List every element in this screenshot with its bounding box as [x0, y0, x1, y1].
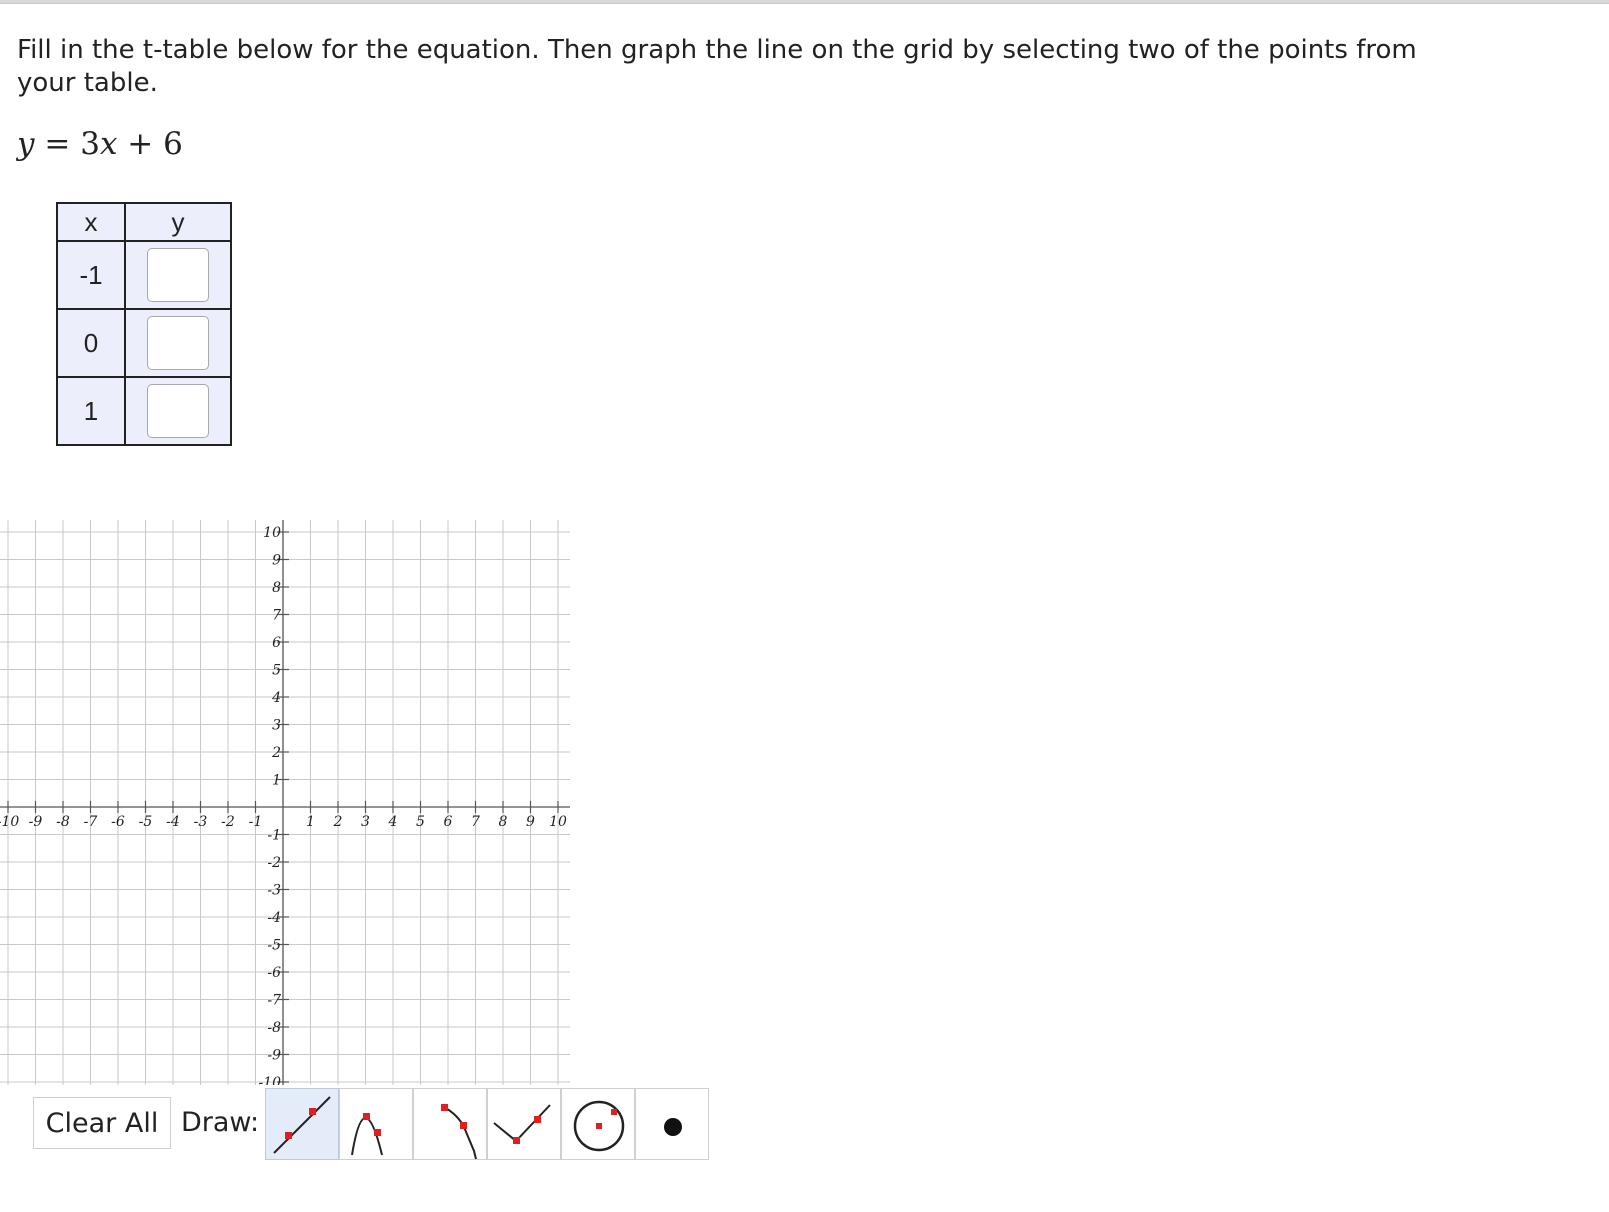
point-tool-icon: [664, 1118, 682, 1136]
x-value-cell: -1: [56, 240, 126, 310]
x-tick-label: -7: [84, 814, 98, 830]
table-row: 1: [56, 376, 232, 446]
y-tick-label: -4: [267, 910, 281, 926]
y-tick-label: 6: [272, 635, 281, 651]
square-root-tool-icon: [441, 1104, 477, 1160]
point-tool-button[interactable]: [635, 1088, 709, 1160]
y-tick-label: -1: [267, 828, 281, 844]
draw-label: Draw:: [181, 1107, 260, 1138]
x-tick-label: -10: [0, 814, 19, 830]
x-tick-label: -2: [221, 814, 235, 830]
y-value-cell: [124, 376, 232, 446]
y-tick-label: -5: [267, 938, 281, 954]
y-tick-label: 10: [263, 525, 281, 541]
x-tick-label: 1: [306, 814, 315, 830]
x-tick-label: -4: [166, 814, 180, 830]
equation-lhs: y: [17, 126, 35, 162]
instructions-text: Fill in the t-table below for the equati…: [17, 35, 1417, 98]
x-tick-label: 4: [388, 814, 398, 830]
line-tool-icon: [273, 1096, 331, 1154]
x-tick-label: 6: [444, 814, 453, 830]
y-answer-input[interactable]: [147, 248, 209, 302]
x-tick-label: 10: [549, 814, 567, 830]
x-tick-label: 2: [333, 814, 343, 830]
clear-all-button[interactable]: Clear All: [33, 1097, 171, 1149]
y-tick-label: -6: [267, 965, 281, 981]
equation: y = 3x + 6: [17, 126, 183, 162]
x-tick-label: -3: [194, 814, 208, 830]
x-tick-label: -8: [56, 814, 70, 830]
parabola-tool-icon: [351, 1113, 383, 1156]
table-row: -1: [56, 240, 232, 310]
x-value-cell: 1: [56, 376, 126, 446]
y-column-header: y: [124, 202, 232, 242]
y-answer-input[interactable]: [147, 384, 209, 438]
x-tick-label: -5: [139, 814, 153, 830]
y-value-cell: [124, 240, 232, 310]
y-tick-label: 5: [272, 663, 281, 679]
x-tick-label: 8: [499, 814, 508, 830]
y-tick-label: -10: [258, 1075, 281, 1085]
y-value-cell: [124, 308, 232, 378]
x-tick-label: 7: [471, 814, 480, 830]
equation-equals: =: [44, 126, 71, 162]
y-tick-label: -8: [267, 1020, 281, 1036]
y-tick-label: 4: [271, 690, 281, 706]
y-tick-label: 8: [272, 580, 281, 596]
equation-plus: +: [127, 126, 154, 162]
y-answer-input[interactable]: [147, 316, 209, 370]
x-tick-label: -1: [249, 814, 263, 830]
absolute-value-tool-icon: [493, 1104, 551, 1144]
y-tick-label: -3: [267, 883, 281, 899]
line-tool-button[interactable]: [265, 1088, 339, 1160]
x-tick-label: 3: [361, 814, 370, 830]
t-table-header-row: x y: [56, 202, 232, 242]
top-divider: [0, 0, 1609, 4]
absolute-value-tool-button[interactable]: [487, 1088, 561, 1160]
y-tick-label: 9: [272, 553, 281, 569]
table-row: 0: [56, 308, 232, 378]
t-table: x y -1 0 1: [56, 202, 232, 446]
x-tick-label: -9: [29, 814, 43, 830]
square-root-tool-button[interactable]: [413, 1088, 487, 1160]
x-tick-label: 9: [526, 814, 535, 830]
y-tick-label: -9: [267, 1048, 281, 1064]
x-tick-label: 5: [416, 814, 425, 830]
equation-variable: x: [99, 126, 118, 162]
y-tick-label: 1: [272, 773, 281, 789]
circle-tool-icon: [573, 1100, 625, 1152]
equation-coefficient: 3: [80, 126, 100, 162]
equation-constant: 6: [163, 126, 183, 162]
x-column-header: x: [56, 202, 126, 242]
x-value-cell: 0: [56, 308, 126, 378]
circle-tool-button[interactable]: [561, 1088, 635, 1160]
y-tick-label: 7: [272, 608, 281, 624]
coordinate-grid[interactable]: -10 -9 -8 -7 -6 -5 -4 -3 -2 -1 1 2 3 4 5 6 7 8 9 10 10 9 8 7 6 5 4…: [0, 505, 600, 1085]
y-tick-label: 2: [271, 745, 281, 761]
x-tick-label: -6: [111, 814, 125, 830]
y-tick-label: 3: [272, 718, 281, 734]
y-tick-label: -2: [267, 855, 281, 871]
parabola-tool-button[interactable]: [339, 1088, 413, 1160]
y-tick-label: -7: [267, 993, 281, 1009]
